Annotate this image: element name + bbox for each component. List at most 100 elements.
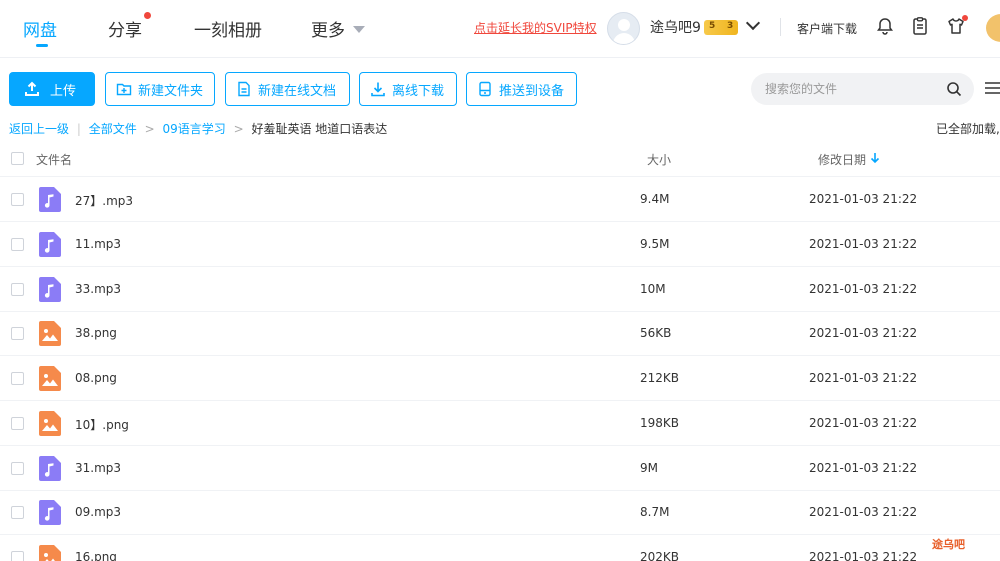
file-size: 9.5M [640, 236, 670, 251]
avatar[interactable] [607, 12, 640, 45]
file-size: 198KB [640, 415, 680, 430]
audio-file-icon [39, 455, 61, 481]
list-view-icon[interactable] [985, 81, 1000, 95]
table-row[interactable]: 27】.mp3 9.4M 2021-01-03 21:22 [0, 177, 1000, 222]
search-icon[interactable] [946, 81, 962, 97]
table-row[interactable]: 31.mp3 9M 2021-01-03 21:22 [0, 446, 1000, 491]
share-notification-dot [144, 12, 151, 19]
file-name[interactable]: 31.mp3 [75, 461, 121, 475]
file-name[interactable]: 16.png [75, 550, 117, 561]
select-all-checkbox[interactable] [11, 152, 24, 165]
watermark-logo: 途乌吧 [932, 538, 965, 551]
top-navigation: 网盘 分享 一刻相册 更多 点击延长我的SVIP特权 途乌吧9 5 3 客户端下… [0, 0, 1000, 58]
file-name[interactable]: 08.png [75, 371, 117, 385]
column-size-header[interactable]: 大小 [647, 151, 671, 168]
breadcrumb-divider: | [76, 122, 81, 136]
tab-more[interactable]: 更多 [311, 16, 345, 41]
new-folder-button[interactable]: 新建文件夹 [105, 72, 215, 106]
file-modified-date: 2021-01-03 21:22 [809, 371, 918, 385]
table-row[interactable]: 08.png 212KB 2021-01-03 21:22 [0, 356, 1000, 401]
image-file-icon [39, 321, 61, 347]
row-checkbox[interactable] [11, 193, 24, 206]
column-date-header[interactable]: 修改日期 [818, 151, 866, 168]
chevron-down-icon[interactable] [745, 15, 761, 31]
file-name[interactable]: 10】.png [75, 416, 129, 433]
client-download-link[interactable]: 客户端下载 [797, 20, 857, 37]
file-modified-date: 2021-01-03 21:22 [809, 505, 918, 520]
table-row[interactable]: 16.png 202KB 2021-01-03 21:22 [0, 535, 1000, 561]
bell-icon[interactable] [875, 16, 895, 36]
file-modified-date: 2021-01-03 21:22 [809, 415, 918, 430]
file-name[interactable]: 33.mp3 [75, 282, 121, 296]
file-modified-date: 2021-01-03 21:22 [809, 192, 918, 206]
device-icon [479, 81, 491, 97]
upload-label: 上传 [50, 83, 77, 99]
offline-download-label: 离线下载 [392, 83, 445, 99]
file-modified-date: 2021-01-03 21:22 [809, 236, 918, 251]
profile-avatar-partial[interactable] [986, 14, 1000, 42]
file-name[interactable]: 11.mp3 [75, 237, 121, 251]
file-size: 56KB [640, 326, 672, 341]
file-modified-date: 2021-01-03 21:22 [809, 550, 918, 561]
file-size: 10M [640, 281, 666, 296]
file-size: 9.4M [640, 192, 670, 206]
table-header: 文件名 大小 修改日期 [0, 140, 1000, 177]
file-modified-date: 2021-01-03 21:22 [809, 281, 918, 296]
table-row[interactable]: 10】.png 198KB 2021-01-03 21:22 [0, 401, 1000, 446]
tab-netdisk[interactable]: 网盘 [23, 16, 57, 41]
breadcrumb-all-files[interactable]: 全部文件 [89, 122, 137, 136]
svip-extend-link[interactable]: 点击延长我的SVIP特权 [474, 19, 597, 36]
file-name[interactable]: 27】.mp3 [75, 192, 133, 209]
audio-file-icon [39, 187, 61, 212]
new-online-doc-label: 新建在线文档 [258, 83, 337, 99]
upload-button[interactable]: 上传 [9, 72, 95, 106]
table-row[interactable]: 09.mp3 8.7M 2021-01-03 21:22 [0, 490, 1000, 536]
row-checkbox[interactable] [11, 372, 24, 385]
load-status: 已全部加载, [936, 122, 1000, 136]
audio-file-icon [39, 500, 61, 526]
image-file-icon [39, 410, 61, 436]
row-checkbox[interactable] [11, 282, 24, 296]
push-to-device-label: 推送到设备 [499, 83, 565, 99]
row-checkbox[interactable] [11, 506, 24, 520]
column-name-header[interactable]: 文件名 [36, 151, 72, 168]
file-name[interactable]: 38.png [75, 326, 117, 340]
row-checkbox[interactable] [11, 327, 24, 341]
vip-level-badge: 5 3 [704, 20, 738, 35]
row-checkbox[interactable] [11, 461, 24, 475]
file-modified-date: 2021-01-03 21:22 [809, 326, 918, 341]
file-name[interactable]: 09.mp3 [75, 505, 121, 519]
tab-share[interactable]: 分享 [108, 16, 142, 41]
active-tab-indicator [36, 44, 48, 47]
download-icon [371, 82, 385, 97]
search-input[interactable] [765, 79, 935, 99]
level-right: 3 [727, 21, 734, 31]
more-caret-icon[interactable] [353, 26, 365, 33]
breadcrumb-back-link[interactable]: 返回上一级 [9, 122, 69, 136]
offline-download-button[interactable]: 离线下载 [359, 72, 457, 106]
push-to-device-button[interactable]: 推送到设备 [466, 72, 577, 106]
clipboard-icon[interactable] [910, 16, 930, 36]
document-icon [238, 81, 250, 97]
row-checkbox[interactable] [11, 237, 24, 251]
table-row[interactable]: 11.mp3 9.5M 2021-01-03 21:22 [0, 222, 1000, 267]
tab-album[interactable]: 一刻相册 [194, 16, 262, 41]
search-box[interactable] [751, 73, 974, 105]
breadcrumb-folder[interactable]: 09语言学习 [162, 122, 225, 136]
divider [780, 18, 781, 36]
sort-down-icon[interactable] [870, 152, 880, 164]
username[interactable]: 途乌吧9 [650, 17, 701, 37]
breadcrumb-separator: > [233, 122, 244, 136]
image-file-icon [39, 545, 61, 561]
new-folder-label: 新建文件夹 [138, 83, 204, 99]
level-left: 5 [709, 21, 716, 31]
row-checkbox[interactable] [11, 416, 24, 430]
file-size: 212KB [640, 371, 680, 385]
upload-icon [25, 81, 39, 96]
breadcrumb-current: 好羞耻英语 地道口语表达 [251, 122, 388, 136]
row-checkbox[interactable] [11, 551, 24, 561]
table-row[interactable]: 38.png 56KB 2021-01-03 21:22 [0, 311, 1000, 357]
breadcrumb: 返回上一级 | 全部文件 > 09语言学习 > 好羞耻英语 地道口语表达 [9, 120, 387, 137]
new-online-doc-button[interactable]: 新建在线文档 [225, 72, 350, 106]
table-row[interactable]: 33.mp3 10M 2021-01-03 21:22 [0, 267, 1000, 312]
